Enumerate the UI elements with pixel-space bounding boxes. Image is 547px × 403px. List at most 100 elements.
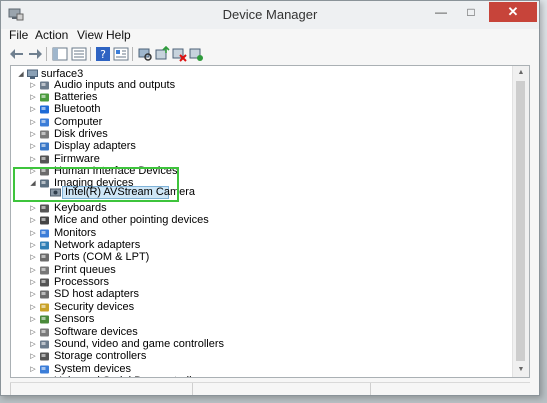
menu-view[interactable]: View xyxy=(77,28,103,42)
expand-arrow-icon[interactable]: ▷ xyxy=(29,79,37,92)
close-button[interactable]: ✕ xyxy=(489,2,537,22)
expand-arrow-icon[interactable]: ▷ xyxy=(29,214,37,227)
menu-action[interactable]: Action xyxy=(35,28,68,42)
tree-category-label: Sound, video and game controllers xyxy=(54,337,224,350)
tree-category-label: Display adapters xyxy=(54,140,136,153)
port-icon xyxy=(40,253,49,262)
tree-category-label: Computer xyxy=(54,115,103,128)
scrollbar-thumb[interactable] xyxy=(516,81,525,361)
help-icon[interactable]: ? xyxy=(95,46,111,62)
tree-category-label: Processors xyxy=(54,276,110,289)
toolbar: ? xyxy=(1,44,539,66)
tree-category-label: Batteries xyxy=(54,90,98,103)
expand-arrow-icon[interactable]: ▷ xyxy=(29,128,37,141)
sound-icon xyxy=(40,340,49,349)
update-driver-icon[interactable] xyxy=(154,46,170,62)
maximize-button[interactable]: □ xyxy=(457,2,485,22)
tree-category-label: Security devices xyxy=(54,300,135,313)
vertical-scrollbar[interactable]: ▲ ▼ xyxy=(512,66,529,377)
properties-icon[interactable] xyxy=(113,46,129,62)
keyboard-icon xyxy=(40,204,49,213)
tree-category-label: Mice and other pointing devices xyxy=(54,214,209,227)
uninstall-device-icon[interactable] xyxy=(171,46,187,62)
enable-device-icon[interactable] xyxy=(188,46,204,62)
expand-arrow-icon[interactable]: ▷ xyxy=(29,326,37,339)
system-device-icon xyxy=(40,365,49,374)
expand-arrow-icon[interactable]: ▷ xyxy=(29,288,37,301)
menu-file[interactable]: File xyxy=(9,28,28,42)
highlight-annotation-box xyxy=(13,167,179,202)
usb-icon xyxy=(39,376,50,377)
tree-category-label: System devices xyxy=(54,362,132,375)
tree-category-label: Network adapters xyxy=(54,239,141,252)
expand-arrow-icon[interactable]: ▷ xyxy=(29,140,37,153)
software-device-icon xyxy=(40,328,49,336)
processor-icon xyxy=(40,278,49,287)
tree-category-label: Ports (COM & LPT) xyxy=(54,251,150,264)
expand-arrow-icon[interactable]: ▷ xyxy=(29,350,37,363)
tree-category-label: Software devices xyxy=(54,325,138,338)
tree-category-label: Bluetooth xyxy=(54,103,101,116)
speaker-icon xyxy=(40,81,49,89)
tree-category-label: Print queues xyxy=(54,263,116,276)
monitor-icon xyxy=(40,229,49,238)
expand-arrow-icon[interactable]: ▷ xyxy=(29,91,37,104)
tree-category-label: Disk drives xyxy=(54,127,108,140)
expand-arrow-icon[interactable]: ▷ xyxy=(29,103,37,116)
expand-arrow-icon[interactable]: ▷ xyxy=(29,338,37,351)
show-hide-console-tree-icon[interactable] xyxy=(52,46,68,62)
tree-category-label: Audio inputs and outputs xyxy=(54,78,176,91)
tree-category-label: Sensors xyxy=(54,313,95,326)
scroll-up-arrow-icon[interactable]: ▲ xyxy=(513,66,529,80)
menu-bar: File Action View Help xyxy=(1,27,539,45)
tree-category-label: Monitors xyxy=(54,226,97,239)
expand-arrow-icon[interactable]: ▷ xyxy=(29,153,37,166)
tree-category-label: SD host adapters xyxy=(54,288,139,301)
expand-arrow-icon[interactable]: ▷ xyxy=(29,375,37,377)
network-adapter-icon xyxy=(40,241,49,250)
expand-arrow-icon[interactable]: ▷ xyxy=(29,276,37,289)
back-arrow-icon[interactable] xyxy=(9,46,25,62)
title-bar: Device Manager — □ ✕ xyxy=(1,1,539,29)
status-bar-divider xyxy=(370,383,371,395)
expand-arrow-icon[interactable]: ▷ xyxy=(29,116,37,129)
properties-list-icon[interactable] xyxy=(71,46,87,62)
scan-hardware-icon[interactable] xyxy=(137,46,153,62)
status-bar xyxy=(10,382,530,395)
toolbar-separator xyxy=(90,47,91,61)
display-adapter-icon xyxy=(40,142,49,151)
device-tree: ◢ surface3 Intel(R) AVStream Camera ▷ Aud… xyxy=(11,66,513,377)
expand-arrow-icon[interactable]: ▷ xyxy=(29,227,37,240)
firmware-icon xyxy=(40,155,49,164)
collapse-arrow-icon[interactable]: ◢ xyxy=(17,68,25,81)
disk-drive-icon xyxy=(40,130,49,139)
status-bar-divider xyxy=(192,383,193,395)
expand-arrow-icon[interactable]: ▷ xyxy=(29,264,37,277)
minimize-button[interactable]: — xyxy=(427,2,455,22)
mouse-icon xyxy=(40,216,49,225)
security-icon xyxy=(40,303,49,312)
expand-arrow-icon[interactable]: ▷ xyxy=(29,363,37,376)
status-bar-divider xyxy=(10,383,11,395)
sd-card-icon xyxy=(40,290,49,299)
expand-arrow-icon[interactable]: ▷ xyxy=(29,239,37,252)
battery-icon xyxy=(40,93,49,102)
scroll-down-arrow-icon[interactable]: ▼ xyxy=(513,363,529,377)
menu-help[interactable]: Help xyxy=(106,28,131,42)
expand-arrow-icon[interactable]: ▷ xyxy=(29,202,37,215)
printer-icon xyxy=(40,266,49,275)
storage-controller-icon xyxy=(40,352,49,361)
forward-arrow-icon[interactable] xyxy=(27,46,43,62)
expand-arrow-icon[interactable]: ▷ xyxy=(29,301,37,314)
toolbar-separator xyxy=(132,47,133,61)
tree-category-label: Keyboards xyxy=(54,202,107,214)
bluetooth-icon xyxy=(40,105,49,114)
tree-category-label: Storage controllers xyxy=(54,350,147,363)
tree-category-label: Firmware xyxy=(54,152,100,165)
expand-arrow-icon[interactable]: ▷ xyxy=(29,251,37,264)
expand-arrow-icon[interactable]: ▷ xyxy=(29,313,37,326)
tree-category-label: Universal Serial Bus controllers xyxy=(54,375,207,377)
device-manager-window: Device Manager — □ ✕ File Action View He… xyxy=(0,0,540,396)
svg-text:?: ? xyxy=(100,48,106,61)
device-tree-panel: ◢ surface3 Intel(R) AVStream Camera ▷ Aud… xyxy=(10,65,530,378)
